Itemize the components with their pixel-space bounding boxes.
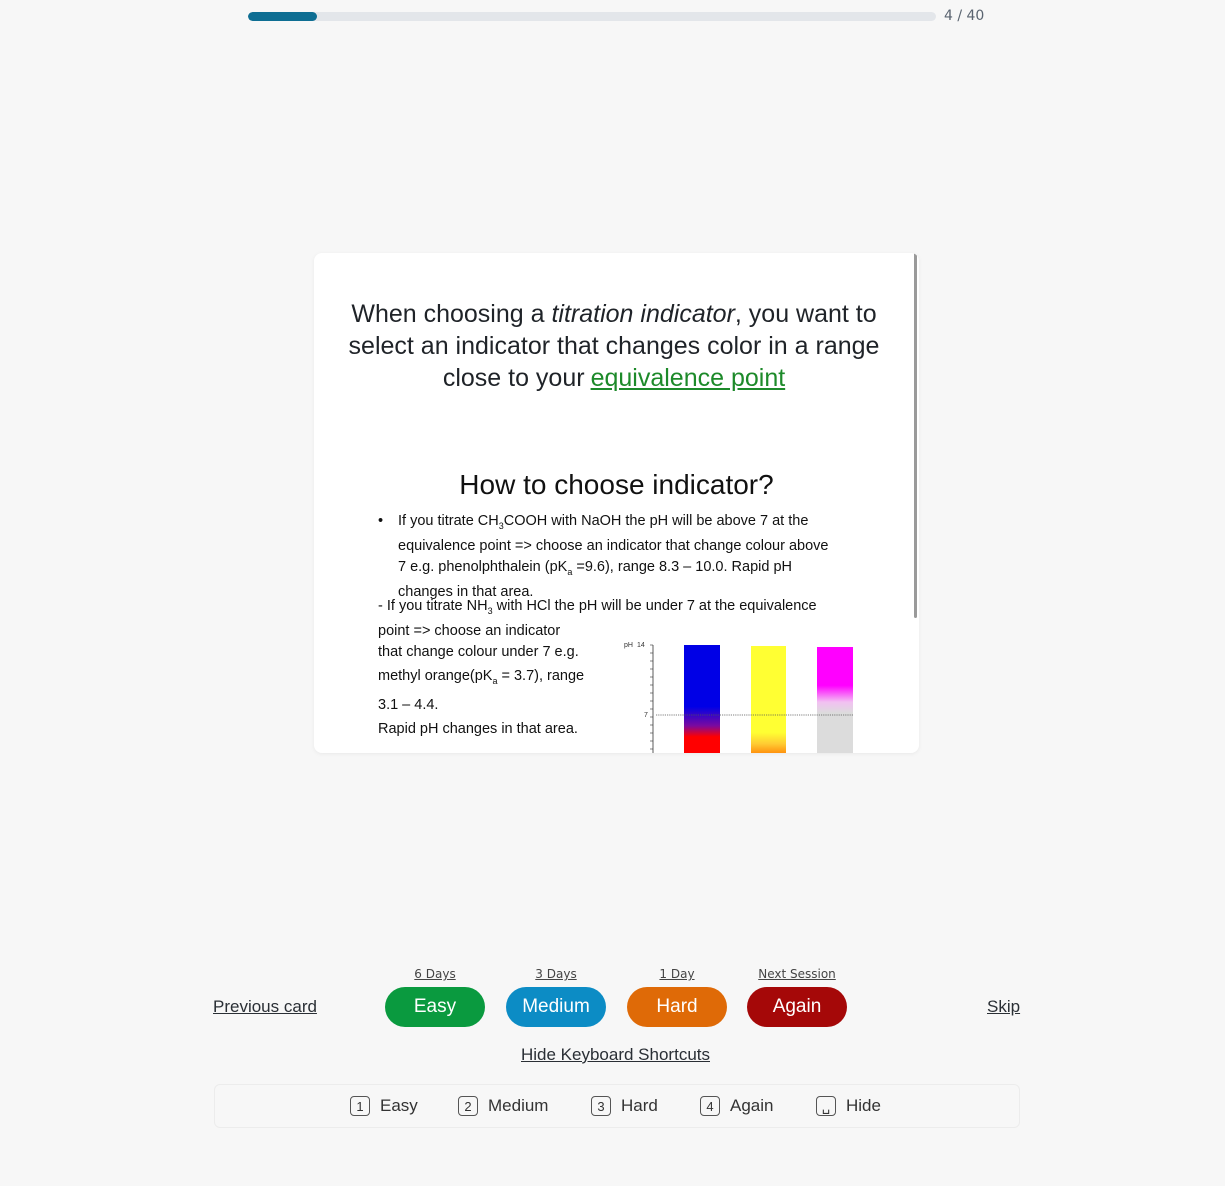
again-interval: Next Session [758, 967, 836, 981]
hard-interval: 1 Day [659, 967, 695, 981]
slide-title: How to choose indicator? [459, 469, 774, 500]
question-term: titration indicator [551, 300, 735, 328]
chart-tick-14: 14 [637, 642, 645, 649]
question-text: When choosing a titration indicator, you… [348, 300, 880, 392]
progress-fill [248, 12, 317, 21]
indicator-bar-blue [684, 645, 720, 753]
previous-card-link[interactable]: Previous card [213, 997, 317, 1017]
indicator-bar-pink [817, 647, 853, 753]
hide-keyboard-shortcuts-link[interactable]: Hide Keyboard Shortcuts [521, 1045, 710, 1065]
medium-button[interactable]: Medium [506, 987, 606, 1027]
easy-interval: 6 Days [414, 967, 456, 981]
medium-interval: 3 Days [535, 967, 577, 981]
indicator-bar-yellow [751, 646, 786, 753]
slide-paragraph: - If you titrate NH3 with HCl the pH wil… [378, 598, 817, 640]
key-4-icon: 4 [700, 1096, 720, 1116]
easy-button[interactable]: Easy [385, 987, 485, 1027]
progress-counter: 4 / 40 [944, 8, 985, 24]
hard-button[interactable]: Hard [627, 987, 727, 1027]
slide-paragraph-methyl-orange: that change colour under 7 e.g. methyl o… [378, 644, 585, 737]
chart-ticks [650, 644, 653, 750]
progress-bar [248, 12, 936, 21]
shortcut-hard: 3 Hard [591, 1094, 658, 1118]
shortcut-easy: 1 Easy [350, 1094, 418, 1118]
keyboard-shortcuts-bar: 1 Easy 2 Medium 3 Hard 4 Again ␣ Hide [214, 1084, 1020, 1128]
chart-ph-label: pH [624, 642, 633, 649]
slide-bullet: • If you titrate CH3COOH with NaOH the p… [378, 513, 829, 601]
shortcut-medium: 2 Medium [458, 1094, 548, 1118]
shortcut-again: 4 Again [700, 1094, 773, 1118]
skip-link[interactable]: Skip [987, 997, 1020, 1017]
card-slide-image: How to choose indicator? • If you titrat… [314, 463, 919, 753]
indicator-color-chart: pH 14 7 [624, 642, 854, 753]
key-1-icon: 1 [350, 1096, 370, 1116]
key-3-icon: 3 [591, 1096, 611, 1116]
again-button[interactable]: Again [747, 987, 847, 1027]
spacebar-key-icon: ␣ [816, 1096, 836, 1116]
bullet-dot: • [378, 513, 384, 529]
key-2-icon: 2 [458, 1096, 478, 1116]
chart-tick-7: 7 [644, 712, 648, 719]
shortcut-hide: ␣ Hide [816, 1094, 881, 1118]
equivalence-point-link[interactable]: equivalence point [591, 364, 786, 392]
flashcard[interactable]: When choosing a titration indicator, you… [314, 253, 919, 753]
